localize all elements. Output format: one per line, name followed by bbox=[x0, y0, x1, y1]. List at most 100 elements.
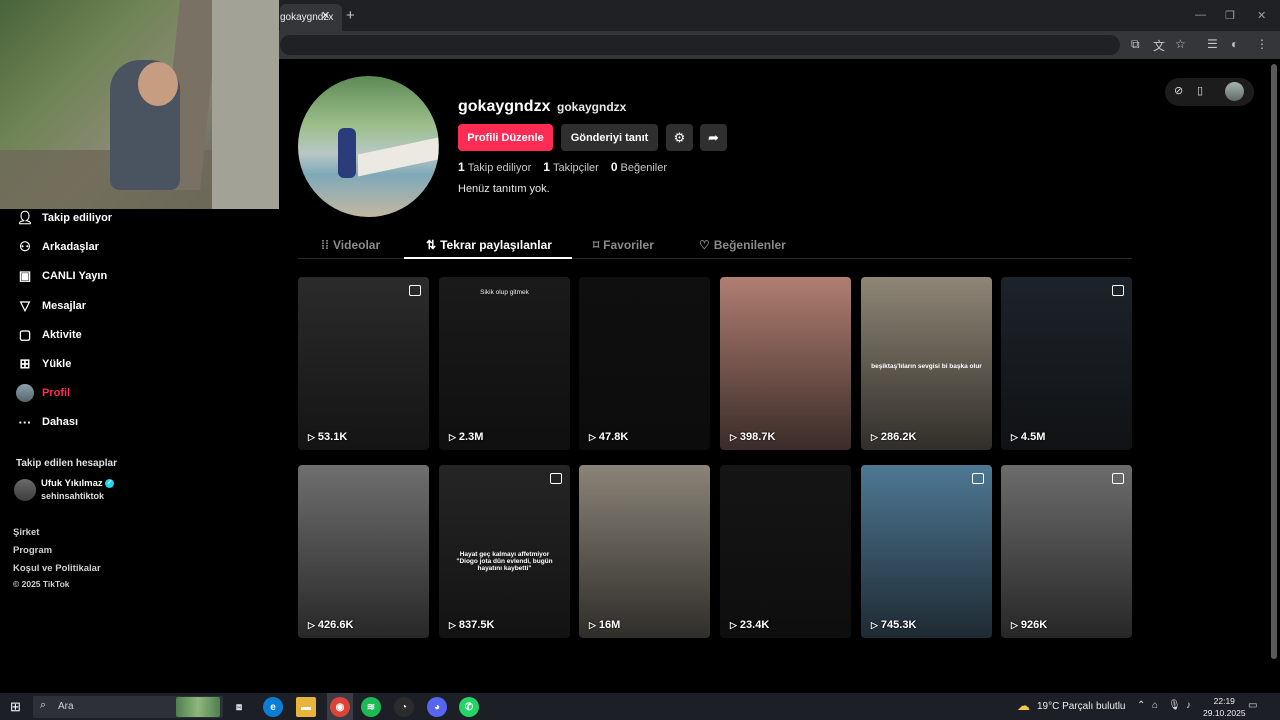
video-card[interactable]: ▷ 745.3K bbox=[861, 465, 992, 638]
video-card[interactable]: ▷ 16M bbox=[579, 465, 710, 638]
sidebar-item-live[interactable]: ▣ CANLI Yayın bbox=[16, 265, 107, 287]
sidebar-item-profile[interactable]: Profil bbox=[16, 382, 70, 404]
messages-icon: ▽ bbox=[20, 298, 30, 313]
spotify-icon[interactable]: ≋ bbox=[361, 697, 381, 717]
following-account-username[interactable]: sehinsahtiktok bbox=[41, 491, 104, 501]
sidebar-item-person[interactable]: 👤︎ Takip ediliyor bbox=[16, 207, 112, 229]
app-icon[interactable]: ◔ bbox=[394, 697, 414, 717]
sidebar-item-activity[interactable]: ▢ Aktivite bbox=[16, 324, 82, 346]
bookmark-star-icon[interactable]: ☆ bbox=[1175, 37, 1186, 51]
microphone-icon[interactable]: 🎙︎ bbox=[1168, 700, 1181, 711]
search-highlight-image[interactable] bbox=[176, 697, 220, 717]
tab-close-icon[interactable]: ✕ bbox=[321, 9, 330, 22]
sidebar-item-more[interactable]: ··· Dahası bbox=[16, 411, 79, 433]
settings-gear-icon[interactable]: ⚙ bbox=[666, 124, 693, 151]
photo-post-icon bbox=[972, 473, 984, 484]
tab-search-icon[interactable]: ☰ bbox=[1207, 37, 1218, 51]
taskbar-weather[interactable]: 19°C Parçalı bulutlu bbox=[1037, 701, 1126, 712]
following-account-avatar[interactable] bbox=[14, 479, 36, 501]
cast-icon[interactable]: ⧉ bbox=[1131, 37, 1140, 52]
footer-terms-link[interactable]: Koşul ve Politikalar bbox=[13, 563, 101, 574]
file-explorer-icon[interactable]: ▬ bbox=[296, 697, 316, 717]
whatsapp-icon[interactable]: ✆ bbox=[459, 697, 479, 717]
browser-menu-icon[interactable]: ⋮ bbox=[1256, 37, 1268, 51]
network-icon[interactable]: ⌂ bbox=[1152, 700, 1158, 711]
activity-icon: ▢ bbox=[18, 327, 32, 342]
minimize-button[interactable]: — bbox=[1195, 9, 1206, 21]
new-tab-button[interactable]: + bbox=[346, 7, 355, 24]
volume-icon[interactable]: ♪ bbox=[1186, 700, 1191, 711]
grid-icon: ⁞⁞ bbox=[321, 238, 329, 252]
chrome-icon[interactable]: ◉ bbox=[330, 697, 350, 717]
video-caption: Hayat geç kalmayı affetmiyor "Diogo jota… bbox=[456, 551, 553, 572]
view-count: ▷ 2.3M bbox=[449, 431, 483, 443]
notification-icon[interactable]: ▭ bbox=[1248, 700, 1257, 711]
phone-icon[interactable]: ▯ bbox=[1197, 84, 1203, 97]
webcam-child-head bbox=[138, 62, 178, 106]
video-card[interactable]: ▷ 926K bbox=[1001, 465, 1132, 638]
video-card[interactable]: beşiktaş'lıların sevgisi bi başka olur ▷ 2… bbox=[861, 277, 992, 450]
video-card[interactable]: ▷ 23.4K bbox=[720, 465, 851, 638]
profile-nickname: gokaygndzx bbox=[557, 100, 627, 114]
browser-tab[interactable]: gokaygndzx bbox=[280, 4, 342, 31]
friends-icon: ⚇ bbox=[19, 239, 31, 254]
followers-stat[interactable]: 1 Takipçiler bbox=[543, 160, 599, 174]
translate-icon[interactable]: 文 bbox=[1153, 37, 1165, 54]
following-accounts-title: Takip edilen hesaplar bbox=[16, 458, 117, 469]
tab-favorites[interactable]: ⌑ Favoriler bbox=[593, 238, 654, 252]
footer-program-link[interactable]: Program bbox=[13, 545, 52, 556]
play-icon: ▷ bbox=[589, 432, 596, 442]
windows-start-icon[interactable]: ⊞ bbox=[10, 699, 21, 715]
photo-post-icon bbox=[1112, 473, 1124, 484]
following-account-name[interactable]: Ufuk Yıkılmaz ✓ bbox=[41, 478, 115, 489]
view-count-value: 426.6K bbox=[317, 619, 354, 631]
avatar-lounge-chair bbox=[358, 137, 438, 177]
share-icon[interactable]: ➦ bbox=[700, 124, 727, 151]
sidebar-item-label: Takip ediliyor bbox=[42, 212, 113, 224]
view-count: ▷ 53.1K bbox=[308, 431, 347, 443]
view-count-value: 23.4K bbox=[739, 619, 770, 631]
close-window-button[interactable]: ✕ bbox=[1257, 9, 1266, 22]
tab-videos[interactable]: ⁞⁞ Videolar bbox=[321, 238, 380, 252]
taskbar-clock[interactable]: 22:19 29.10.2025 bbox=[1203, 695, 1246, 719]
view-count: ▷ 745.3K bbox=[871, 619, 916, 631]
video-card[interactable]: Sikik olup gitmek ▷ 2.3M bbox=[439, 277, 570, 450]
profile-avatar[interactable] bbox=[298, 76, 439, 217]
tray-chevron-icon[interactable]: ⌃ bbox=[1137, 700, 1145, 711]
video-card[interactable]: ▷ 4.5M bbox=[1001, 277, 1132, 450]
profile-username: gokaygndzx bbox=[458, 98, 551, 115]
sidebar-item-label: Profil bbox=[42, 387, 71, 399]
photo-post-icon bbox=[1112, 285, 1124, 296]
sidebar-item-friends[interactable]: ⚇ Arkadaşlar bbox=[16, 236, 99, 258]
discord-icon[interactable]: ◕ bbox=[427, 697, 447, 717]
play-icon: ▷ bbox=[1011, 620, 1018, 630]
video-card[interactable]: ▷ 426.6K bbox=[298, 465, 429, 638]
tab-reposts[interactable]: ⇅ Tekrar paylaşılanlar bbox=[426, 238, 552, 252]
play-icon: ▷ bbox=[1011, 432, 1018, 442]
search-icon: ⌕ bbox=[40, 699, 47, 711]
extension-icon[interactable]: ◐ bbox=[1231, 37, 1238, 51]
maximize-button[interactable]: ❐ bbox=[1225, 9, 1235, 22]
video-card[interactable]: ▷ 47.8K bbox=[579, 277, 710, 450]
compass-icon[interactable]: ⊘ bbox=[1174, 84, 1183, 97]
sidebar-item-upload[interactable]: ⊞ Yükle bbox=[16, 353, 72, 375]
address-bar[interactable] bbox=[280, 35, 1120, 55]
view-count: ▷ 286.2K bbox=[871, 431, 916, 443]
task-view-icon[interactable]: ⧈ bbox=[229, 697, 249, 717]
user-avatar[interactable] bbox=[1225, 82, 1244, 101]
view-count: ▷ 23.4K bbox=[730, 619, 769, 631]
page-scrollbar[interactable] bbox=[1271, 64, 1277, 659]
tab-liked[interactable]: ♡ Beğenilenler bbox=[699, 238, 786, 252]
view-count-value: 2.3M bbox=[458, 431, 484, 443]
following-stat[interactable]: 1 Takip ediliyor bbox=[458, 160, 531, 174]
likes-stat: 0 Beğeniler bbox=[610, 160, 667, 174]
play-icon: ▷ bbox=[449, 620, 456, 630]
sidebar-item-messages[interactable]: ▽ Mesajlar bbox=[16, 295, 86, 317]
video-card[interactable]: ▷ 398.7K bbox=[720, 277, 851, 450]
edge-icon[interactable]: e bbox=[263, 697, 283, 717]
footer-company-link[interactable]: Şirket bbox=[13, 527, 39, 538]
edit-profile-button[interactable]: Profili Düzenle bbox=[458, 124, 553, 151]
video-card[interactable]: ▷ 53.1K bbox=[298, 277, 429, 450]
video-card[interactable]: Hayat geç kalmayı affetmiyor "Diogo jota… bbox=[439, 465, 570, 638]
promote-post-button[interactable]: Gönderiyi tanıt bbox=[561, 124, 658, 151]
